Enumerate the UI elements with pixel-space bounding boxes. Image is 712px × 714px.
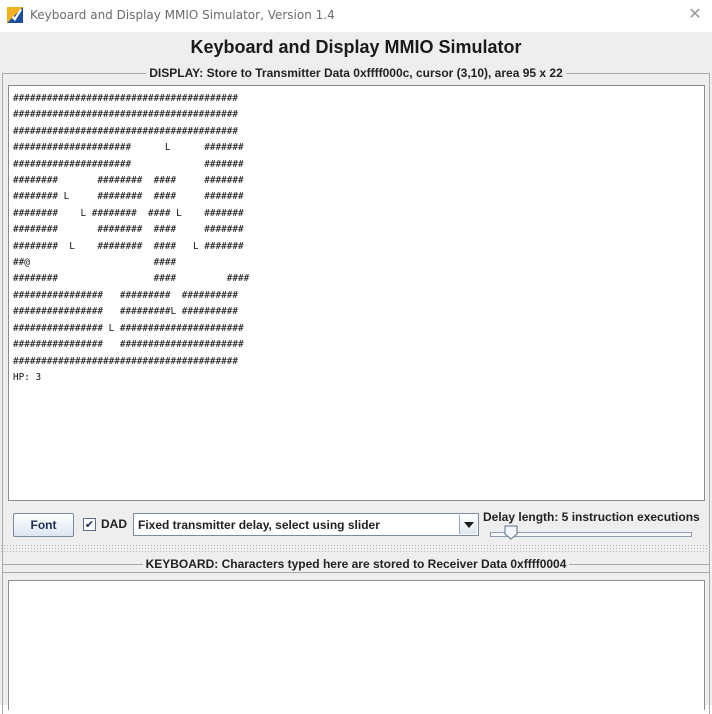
close-icon[interactable]: ✕ xyxy=(686,5,704,23)
display-legend: DISPLAY: Store to Transmitter Data 0xfff… xyxy=(146,66,566,80)
delay-slider-track[interactable] xyxy=(490,532,692,537)
delay-mode-select[interactable]: Fixed transmitter delay, select using sl… xyxy=(133,513,479,536)
delay-mode-value: Fixed transmitter delay, select using sl… xyxy=(138,518,380,532)
page-title: Keyboard and Display MMIO Simulator xyxy=(190,37,522,57)
dad-checkbox[interactable]: ✔ xyxy=(83,518,96,531)
display-text-area[interactable]: ########################################… xyxy=(8,85,705,501)
app-icon xyxy=(7,7,23,23)
window-title: Keyboard and Display MMIO Simulator, Ver… xyxy=(30,8,335,22)
split-pane-divider[interactable] xyxy=(0,544,712,552)
title-bar: Keyboard and Display MMIO Simulator, Ver… xyxy=(0,0,712,32)
simulator-panel: Keyboard and Display MMIO Simulator DISP… xyxy=(0,32,712,714)
delay-length-label: Delay length: 5 instruction executions xyxy=(483,510,700,524)
dad-label: DAD xyxy=(101,517,127,531)
keyboard-input-area[interactable] xyxy=(8,580,705,710)
keyboard-legend: KEYBOARD: Characters typed here are stor… xyxy=(142,557,570,571)
display-output: ########################################… xyxy=(13,93,250,383)
delay-slider-thumb[interactable] xyxy=(504,525,518,540)
chevron-down-icon[interactable] xyxy=(459,515,477,534)
font-button[interactable]: Font xyxy=(13,513,74,537)
